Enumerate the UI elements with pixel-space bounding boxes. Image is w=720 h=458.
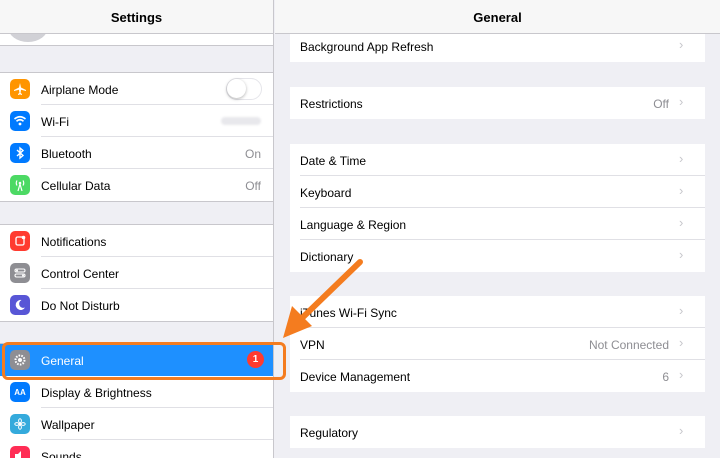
detail-group-sync: iTunes Wi-Fi Sync › VPN Not Connected › … (290, 296, 705, 392)
highlight-box (2, 342, 286, 380)
vpn-status: Not Connected (588, 338, 669, 352)
row-label: Regulatory (300, 426, 359, 440)
row-label: Restrictions (300, 97, 363, 111)
sidebar-navbar: Settings (0, 0, 273, 34)
row-device-management[interactable]: Device Management 6 › (290, 360, 705, 392)
row-vpn[interactable]: VPN Not Connected › (290, 328, 705, 360)
sidebar-item-label: Airplane Mode (41, 83, 119, 97)
chevron-right-icon: › (679, 183, 684, 198)
row-language-region[interactable]: Language & Region › (290, 208, 705, 240)
sidebar-item-wifi[interactable]: Wi-Fi (0, 105, 273, 137)
sidebar-item-label: Cellular Data (41, 179, 111, 193)
sidebar-item-label: Bluetooth (41, 147, 92, 161)
sidebar-title: Settings (110, 10, 163, 25)
sidebar-item-do-not-disturb[interactable]: Do Not Disturb (0, 289, 273, 321)
row-keyboard[interactable]: Keyboard › (290, 176, 705, 208)
display-icon: AA (10, 382, 30, 402)
wallpaper-icon (10, 414, 30, 434)
airplane-mode-toggle[interactable] (226, 78, 262, 100)
row-label: Date & Time (300, 154, 367, 168)
sidebar-item-cellular-data[interactable]: Cellular Data Off (0, 169, 273, 201)
row-label: Device Management (300, 370, 411, 384)
chevron-right-icon: › (679, 151, 684, 166)
detail-group-regulatory: Regulatory › (290, 416, 705, 448)
sidebar-item-airplane-mode[interactable]: Airplane Mode (0, 73, 273, 105)
sidebar-item-label: Wallpaper (41, 418, 95, 432)
device-management-count: 6 (662, 370, 669, 384)
general-detail-pane: General Background App Refresh › Restric… (275, 0, 720, 458)
sidebar-item-wallpaper[interactable]: Wallpaper (0, 408, 273, 440)
wifi-network-name (221, 117, 261, 125)
row-label: VPN (300, 338, 325, 352)
chevron-right-icon: › (679, 367, 684, 382)
sidebar-group-notifications: Notifications Control Center Do Not Dist… (0, 224, 273, 322)
sidebar-group-connectivity: Airplane Mode Wi-Fi Bluetooth On Cellula… (0, 72, 273, 202)
chevron-right-icon: › (679, 94, 684, 109)
chevron-right-icon: › (679, 423, 684, 438)
settings-sidebar: Settings Airplane Mode Wi-Fi Bluetooth O… (0, 0, 274, 458)
sidebar-item-bluetooth[interactable]: Bluetooth On (0, 137, 273, 169)
wifi-icon (10, 111, 30, 131)
detail-group-date-locale: Date & Time › Keyboard › Language & Regi… (290, 144, 705, 272)
detail-group-restrictions: Restrictions Off › (290, 87, 705, 119)
airplane-icon (10, 79, 30, 99)
row-label: Language & Region (300, 218, 407, 232)
row-background-app-refresh[interactable]: Background App Refresh › (290, 30, 705, 62)
row-label: iTunes Wi-Fi Sync (300, 306, 397, 320)
row-label: Keyboard (300, 186, 352, 200)
restrictions-status: Off (653, 97, 669, 111)
chevron-right-icon: › (679, 335, 684, 350)
sidebar-item-control-center[interactable]: Control Center (0, 257, 273, 289)
chevron-right-icon: › (679, 215, 684, 230)
sidebar-item-label: Do Not Disturb (41, 299, 120, 313)
cellular-icon (10, 175, 30, 195)
row-restrictions[interactable]: Restrictions Off › (290, 87, 705, 119)
row-itunes-wifi-sync[interactable]: iTunes Wi-Fi Sync › (290, 296, 705, 328)
chevron-right-icon: › (679, 303, 684, 318)
sidebar-item-label: Wi-Fi (41, 115, 69, 129)
bluetooth-icon (10, 143, 30, 163)
control-center-icon (10, 263, 30, 283)
sidebar-item-label: Control Center (41, 267, 120, 281)
row-label: Dictionary (300, 250, 354, 264)
cellular-status: Off (245, 179, 261, 193)
row-label: Background App Refresh (300, 40, 434, 54)
sidebar-item-label: Sounds (41, 450, 82, 458)
sidebar-item-notifications[interactable]: Notifications (0, 225, 273, 257)
bluetooth-status: On (244, 147, 261, 161)
detail-navbar: General (275, 0, 720, 34)
row-dictionary[interactable]: Dictionary › (290, 240, 705, 272)
profile-strip[interactable] (0, 12, 273, 46)
chevron-right-icon: › (679, 247, 684, 262)
notifications-icon (10, 231, 30, 251)
row-date-time[interactable]: Date & Time › (290, 144, 705, 176)
sidebar-item-label: Display & Brightness (41, 386, 152, 400)
sounds-icon (10, 446, 30, 458)
row-regulatory[interactable]: Regulatory › (290, 416, 705, 448)
toggle-knob (227, 79, 246, 98)
sidebar-item-label: Notifications (41, 235, 107, 249)
chevron-right-icon: › (679, 37, 684, 52)
sidebar-item-sounds[interactable]: Sounds (0, 440, 273, 458)
moon-icon (10, 295, 30, 315)
detail-title: General (473, 10, 522, 25)
detail-group-background: Background App Refresh › (290, 30, 705, 62)
sidebar-item-display-brightness[interactable]: AA Display & Brightness (0, 376, 273, 408)
